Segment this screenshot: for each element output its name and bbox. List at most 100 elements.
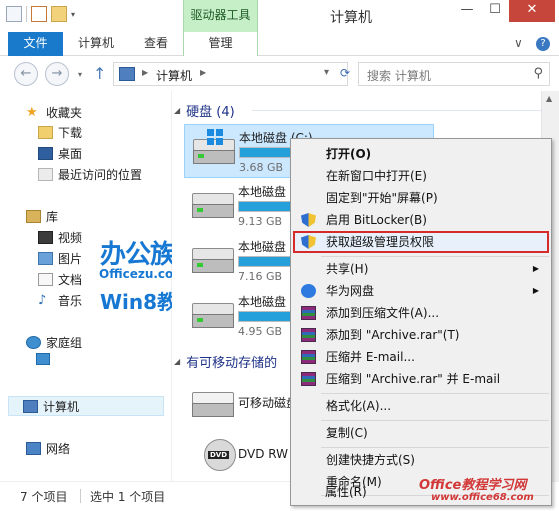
close-button[interactable]: ✕ [509,0,555,22]
nav-music[interactable]: ♪ 音乐 [38,291,82,309]
window-controls: — ☐ ✕ [453,0,555,22]
menu-separator [321,256,549,257]
address-toolbar: ← → ▾ ↑ ▶ 计算机 ▶ ▾ ⟳ 搜索 计算机 ⚲ [0,57,559,91]
watermark-site-name: Office教程学习网 [419,478,527,493]
menu-item-copy[interactable]: 复制(C) [293,422,549,444]
nav-homegroup[interactable]: 家庭组 [26,333,82,351]
menu-item-take-ownership[interactable]: 获取超级管理员权限 [293,231,549,253]
breadcrumb-chevron-icon[interactable]: ▶ [200,68,206,77]
music-note-icon: ♪ [38,292,47,308]
window-title: 计算机 [330,10,372,26]
drive-usage-fill [239,202,295,211]
menu-item-compress-email[interactable]: 压缩并 E-mail... [293,346,549,368]
window-menu-icon[interactable] [6,6,22,22]
nav-pictures[interactable]: 图片 [38,249,82,267]
status-separator [80,489,81,503]
nav-computer[interactable]: 计算机 [8,396,164,416]
tab-file[interactable]: 文件 [8,32,63,56]
menu-label: 固定到"开始"屏幕(P) [326,191,438,205]
nav-documents[interactable]: 文档 [38,270,82,288]
desktop-icon [38,146,53,160]
ribbon-collapse-icon[interactable]: ∨ [514,36,523,50]
nav-label: 网络 [46,441,71,456]
menu-label: 压缩并 E-mail... [326,350,415,364]
customize-toolbar-icon[interactable]: ▾ [71,10,75,19]
nav-label: 收藏夹 [46,105,83,120]
homegroup-icon [26,335,41,349]
new-folder-icon[interactable] [51,6,67,22]
title-bar: ▾ 驱动器工具 计算机 — ☐ ✕ [0,0,559,32]
properties-icon[interactable] [31,6,47,22]
recent-places-icon [38,167,53,181]
menu-item-format[interactable]: 格式化(A)... [293,395,549,417]
nav-recent-places[interactable]: 最近访问的位置 [38,165,142,183]
quick-access-toolbar: ▾ [6,6,75,22]
recent-locations-dropdown-icon[interactable]: ▾ [78,70,82,79]
maximize-button[interactable]: ☐ [481,0,509,22]
search-placeholder: 搜索 计算机 [367,69,431,83]
uac-shield-icon [301,235,316,249]
up-arrow-icon[interactable]: ↑ [93,64,106,83]
nav-favorites[interactable]: ★ 收藏夹 [26,103,82,121]
removable-disk-icon [192,392,234,420]
documents-icon [38,272,53,286]
group-title: 有可移动存储的 [186,356,278,371]
menu-label: 共享(H) [326,262,369,276]
menu-item-huawei-cloud[interactable]: 华为网盘 ▶ [293,280,549,302]
menu-label: 打开(O) [326,147,372,161]
tab-manage[interactable]: 管理 [183,32,258,56]
watermark-site-url: www.office68.com [431,492,534,503]
star-icon: ★ [26,104,38,120]
nav-downloads[interactable]: 下载 [38,123,82,141]
library-icon [26,209,41,223]
address-bar[interactable]: ▶ 计算机 ▶ ▾ [113,62,348,86]
tab-computer[interactable]: 计算机 [71,32,121,56]
breadcrumb-chevron-icon[interactable]: ▶ [142,68,148,77]
collapse-chevron-icon[interactable]: ◢ [174,357,180,366]
menu-item-open-new-window[interactable]: 在新窗口中打开(E) [293,165,549,187]
group-header-hard-disks[interactable]: ◢ 硬盘 (4) [174,101,235,120]
drive-tools-header: 驱动器工具 [183,0,258,32]
group-header-removable[interactable]: ◢ 有可移动存储的 [174,352,277,371]
drive-name: 本地磁盘 [238,240,287,254]
menu-item-add-to-archive-rar[interactable]: 添加到 "Archive.rar"(T) [293,324,549,346]
drive-free-space: 9.13 GB [238,215,283,228]
dvd-disc-icon: DVD [204,439,236,471]
menu-label: 添加到压缩文件(A)... [326,306,440,320]
nav-videos[interactable]: 视频 [38,228,82,246]
search-icon[interactable]: ⚲ [533,66,543,81]
network-icon [26,441,41,455]
item-count: 7 个项目 [20,490,68,504]
minimize-button[interactable]: — [453,0,481,22]
search-input[interactable]: 搜索 计算机 ⚲ [358,62,550,86]
menu-item-compress-rar-email[interactable]: 压缩到 "Archive.rar" 并 E-mail [293,368,549,390]
group-title: 硬盘 (4) [186,105,235,120]
nav-label: 最近访问的位置 [58,167,143,182]
breadcrumb-computer[interactable]: 计算机 [156,67,192,84]
menu-item-create-shortcut[interactable]: 创建快捷方式(S) [293,449,549,471]
tab-view[interactable]: 查看 [136,32,176,56]
scroll-up-arrow-icon[interactable]: ▲ [546,94,552,103]
menu-item-add-to-archive[interactable]: 添加到压缩文件(A)... [293,302,549,324]
collapse-chevron-icon[interactable]: ◢ [174,106,180,115]
toolbar-separator [26,6,27,22]
pictures-icon [38,251,53,265]
back-button[interactable]: ← [14,62,38,86]
menu-label: 在新窗口中打开(E) [326,169,427,183]
nav-desktop[interactable]: 桌面 [38,144,82,162]
menu-item-bitlocker[interactable]: 启用 BitLocker(B) [293,209,549,231]
dvd-label: DVD [208,451,230,459]
nav-label: 家庭组 [46,335,83,350]
huawei-cloud-icon [301,284,316,298]
selected-count: 选中 1 个项目 [90,490,166,504]
menu-item-open[interactable]: 打开(O) [293,143,549,165]
menu-item-share[interactable]: 共享(H) ▶ [293,258,549,280]
homegroup-member-icon[interactable] [36,353,50,365]
nav-network[interactable]: 网络 [26,439,70,457]
forward-button[interactable]: → [45,62,69,86]
menu-item-pin-to-start[interactable]: 固定到"开始"屏幕(P) [293,187,549,209]
refresh-icon[interactable]: ⟳ [336,63,354,85]
nav-libraries[interactable]: 库 [26,207,58,225]
address-dropdown-icon[interactable]: ▾ [324,67,329,78]
help-icon[interactable]: ? [536,37,550,51]
